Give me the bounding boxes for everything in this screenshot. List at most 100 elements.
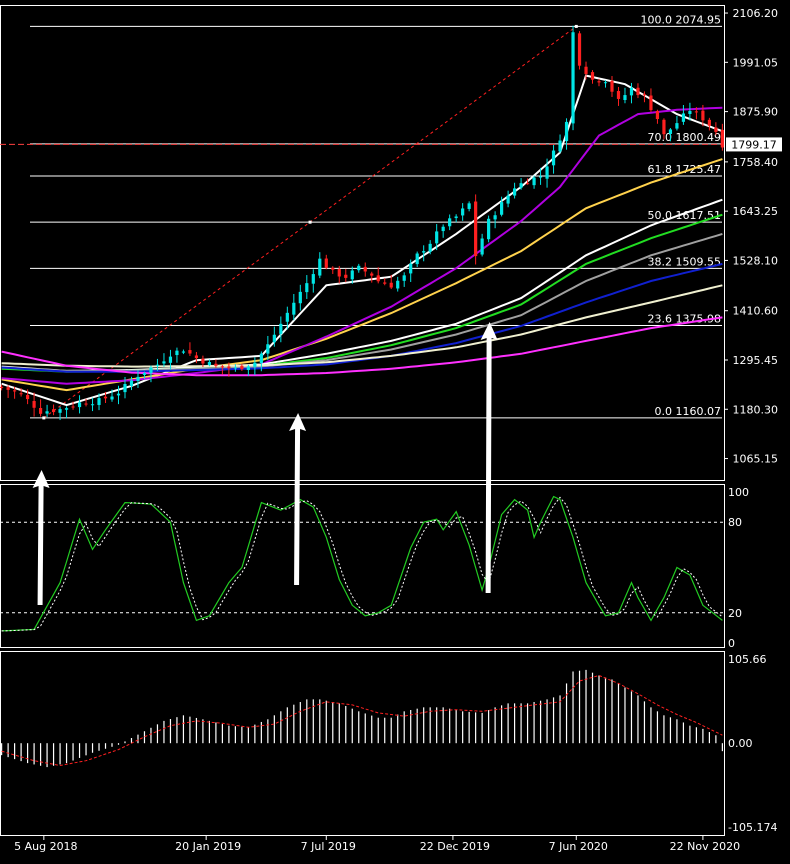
candle-body[interactable]	[629, 87, 634, 96]
candle-body[interactable]	[350, 270, 354, 280]
candle-body[interactable]	[668, 129, 673, 134]
candle-body[interactable]	[487, 218, 491, 240]
candle-body[interactable]	[616, 90, 621, 99]
candle-body[interactable]	[155, 364, 160, 366]
candle-body[interactable]	[590, 72, 595, 80]
candle-body[interactable]	[207, 362, 212, 366]
candle-body[interactable]	[441, 226, 445, 232]
candle-body[interactable]	[714, 127, 718, 132]
candle-body[interactable]	[675, 123, 679, 129]
candle-body[interactable]	[688, 111, 692, 114]
candle-body[interactable]	[409, 263, 413, 274]
candle-body[interactable]	[318, 258, 322, 276]
candle-body[interactable]	[344, 274, 348, 278]
candle-body[interactable]	[279, 323, 283, 334]
candle-body[interactable]	[707, 119, 711, 126]
candle-body[interactable]	[480, 238, 484, 255]
candle-body[interactable]	[175, 350, 179, 356]
candle-body[interactable]	[25, 394, 30, 400]
candle-body[interactable]	[545, 166, 549, 179]
candle-body[interactable]	[370, 273, 374, 276]
candle-body[interactable]	[162, 361, 166, 364]
candle-body[interactable]	[551, 150, 556, 166]
candle-body[interactable]	[383, 282, 387, 284]
candle-body[interactable]	[45, 411, 49, 414]
candle-body[interactable]	[227, 366, 231, 369]
candle-body[interactable]	[701, 110, 705, 121]
candle-body[interactable]	[13, 390, 17, 392]
candle-body[interactable]	[396, 280, 400, 289]
candle-body[interactable]	[272, 334, 276, 343]
candle-body[interactable]	[77, 402, 82, 408]
candle-body[interactable]	[285, 312, 289, 322]
candle-body[interactable]	[649, 95, 653, 111]
candle-body[interactable]	[142, 372, 147, 375]
candle-body[interactable]	[636, 87, 640, 96]
candle-body[interactable]	[97, 398, 101, 406]
candle-body[interactable]	[298, 291, 302, 304]
candle-body[interactable]	[655, 111, 660, 120]
candle-body[interactable]	[538, 176, 543, 178]
candle-body[interactable]	[571, 32, 575, 124]
candle-body[interactable]	[415, 253, 419, 265]
candle-body[interactable]	[422, 251, 426, 253]
candle-body[interactable]	[19, 393, 23, 395]
candle-body[interactable]	[584, 66, 588, 74]
candle-body[interactable]	[246, 366, 250, 370]
candle-body[interactable]	[194, 355, 199, 359]
candle-body[interactable]	[305, 283, 309, 293]
candle-body[interactable]	[331, 267, 335, 270]
candle-body[interactable]	[201, 358, 205, 364]
candle-body[interactable]	[500, 202, 504, 215]
candle-body[interactable]	[6, 387, 10, 390]
candle-body[interactable]	[123, 384, 127, 393]
candle-body[interactable]	[220, 366, 224, 368]
candle-body[interactable]	[662, 119, 666, 135]
candle-body[interactable]	[474, 201, 478, 257]
candle-body[interactable]	[467, 203, 471, 209]
candle-body[interactable]	[376, 275, 380, 282]
candle-body[interactable]	[519, 183, 523, 188]
candle-body[interactable]	[136, 376, 140, 381]
candle-body[interactable]	[168, 356, 173, 363]
candle-body[interactable]	[71, 406, 75, 408]
candle-body[interactable]	[259, 353, 263, 364]
candle-body[interactable]	[240, 365, 244, 370]
candle-body[interactable]	[181, 351, 186, 353]
candle-body[interactable]	[84, 403, 88, 405]
candle-body[interactable]	[525, 183, 530, 185]
candle-body[interactable]	[90, 404, 95, 406]
candle-body[interactable]	[110, 396, 114, 400]
candle-body[interactable]	[266, 344, 270, 354]
candle-body[interactable]	[38, 408, 43, 414]
candle-body[interactable]	[64, 408, 69, 410]
candle-body[interactable]	[253, 362, 257, 367]
candle-body[interactable]	[448, 218, 452, 227]
candle-body[interactable]	[506, 195, 510, 204]
candle-body[interactable]	[577, 33, 582, 66]
candle-body[interactable]	[493, 215, 497, 220]
candle-body[interactable]	[337, 269, 341, 277]
candle-body[interactable]	[597, 81, 601, 83]
candle-body[interactable]	[435, 231, 439, 244]
candle-body[interactable]	[461, 208, 465, 216]
candle-body[interactable]	[402, 275, 406, 281]
candle-body[interactable]	[58, 409, 62, 413]
candle-body[interactable]	[103, 396, 108, 399]
candle-body[interactable]	[129, 380, 134, 387]
candle-body[interactable]	[311, 274, 315, 284]
candle-body[interactable]	[0, 386, 4, 388]
candle-body[interactable]	[694, 111, 699, 113]
candle-body[interactable]	[642, 94, 647, 96]
candle-body[interactable]	[558, 140, 562, 152]
candle-body[interactable]	[233, 367, 237, 369]
candle-body[interactable]	[357, 265, 361, 271]
candle-body[interactable]	[512, 188, 517, 196]
candle-body[interactable]	[149, 367, 153, 374]
candle-body[interactable]	[363, 266, 367, 272]
candle-body[interactable]	[51, 409, 56, 413]
candle-body[interactable]	[454, 216, 458, 219]
candle-body[interactable]	[428, 243, 432, 252]
candle-body[interactable]	[623, 95, 627, 101]
candle-body[interactable]	[188, 350, 192, 354]
